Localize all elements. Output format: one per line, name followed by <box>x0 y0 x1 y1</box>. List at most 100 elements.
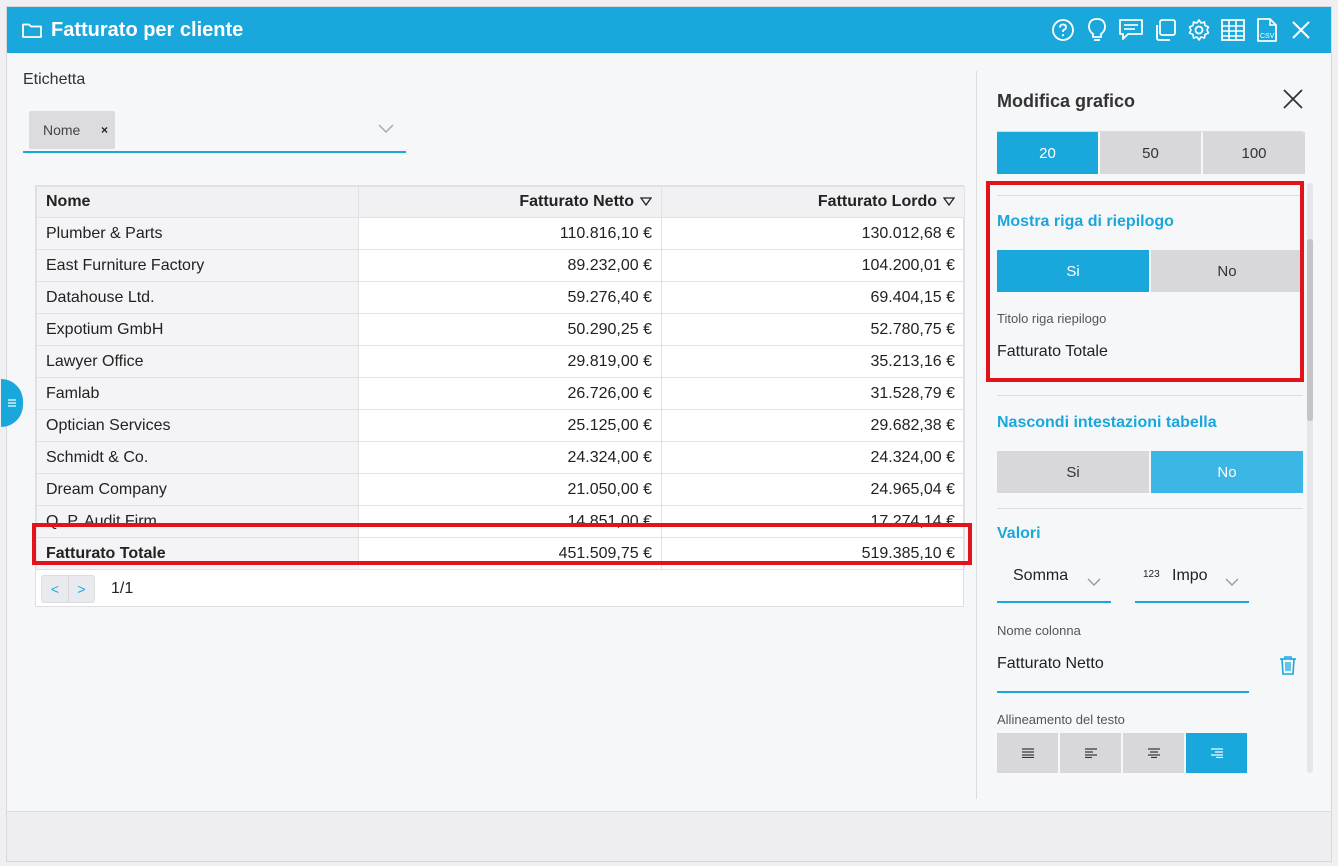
cell-gross: 29.682,38 € <box>661 409 965 442</box>
summary-no-button[interactable]: No <box>1151 250 1303 292</box>
panel-scrollbar[interactable] <box>1307 183 1313 773</box>
align-left-button[interactable] <box>1060 733 1121 773</box>
hide-headers-group: Si No <box>997 451 1303 493</box>
page-size-100[interactable]: 100 <box>1203 132 1305 174</box>
summary-title-value: Fatturato Totale <box>997 343 1108 360</box>
summary-title-label: Titolo riga riepilogo <box>997 311 1107 326</box>
svg-text:CSV: CSV <box>1260 33 1275 40</box>
label-chip[interactable]: Nome × <box>29 111 115 149</box>
cell-net: 24.324,00 € <box>358 441 662 474</box>
cell-name: Optician Services <box>36 409 359 442</box>
align-justify-button[interactable] <box>997 733 1058 773</box>
report-area: Etichetta Nome × Nome Fatturato Netto Fa… <box>7 53 977 813</box>
panel-separator <box>997 395 1303 396</box>
comment-icon[interactable] <box>1117 15 1145 45</box>
table-icon[interactable] <box>1219 15 1247 45</box>
edit-chart-panel: Modifica grafico 20 50 100 Mostra riga d… <box>983 53 1323 773</box>
lightbulb-icon[interactable] <box>1083 15 1111 45</box>
summary-title-input[interactable]: Fatturato Totale <box>997 331 1301 381</box>
cell-gross: 130.012,68 € <box>661 217 965 250</box>
table-row: Famlab 26.726,00 €31.528,79 € <box>36 377 965 410</box>
align-justify-icon <box>1021 748 1034 758</box>
cell-gross: 24.965,04 € <box>661 473 965 506</box>
cell-name: Dream Company <box>36 473 359 506</box>
align-center-icon <box>1147 748 1160 758</box>
hide-headers-yes-button[interactable]: Si <box>997 451 1149 493</box>
header-net[interactable]: Fatturato Netto <box>358 186 662 218</box>
copy-icon[interactable] <box>1151 15 1179 45</box>
sort-down-icon[interactable] <box>640 197 652 207</box>
chevron-down-icon[interactable] <box>378 121 394 139</box>
summary-net: 451.509,75 € <box>358 537 662 570</box>
help-icon[interactable] <box>1049 15 1077 45</box>
cell-gross: 52.780,75 € <box>661 313 965 346</box>
summary-name: Fatturato Totale <box>36 537 359 570</box>
summary-row-title: Mostra riga di riepilogo <box>997 213 1174 230</box>
table-row: East Furniture Factory 89.232,00 €104.200… <box>36 249 965 282</box>
pager-buttons: < > <box>41 575 95 603</box>
align-center-button[interactable] <box>1123 733 1184 773</box>
prev-page-button[interactable]: < <box>42 576 68 602</box>
hide-headers-no-button[interactable]: No <box>1151 451 1303 493</box>
trash-icon[interactable] <box>1279 655 1297 680</box>
label-select[interactable]: Nome × <box>23 105 406 153</box>
format-select[interactable]: 123 Impo <box>1135 555 1249 603</box>
chevron-down-icon <box>1225 573 1239 591</box>
menu-icon <box>8 399 16 407</box>
cell-gross: 17.274,14 € <box>661 505 965 538</box>
cell-net: 110.816,10 € <box>358 217 662 250</box>
close-icon[interactable] <box>1287 15 1315 45</box>
alignment-label: Allineamento del testo <box>997 712 1125 727</box>
cell-net: 89.232,00 € <box>358 249 662 282</box>
csv-icon[interactable]: CSV <box>1253 15 1281 45</box>
column-name-input[interactable]: Fatturato Netto <box>997 643 1249 693</box>
close-icon[interactable] <box>1281 87 1305 111</box>
cell-name: Lawyer Office <box>36 345 359 378</box>
align-right-button[interactable] <box>1186 733 1247 773</box>
cell-net: 50.290,25 € <box>358 313 662 346</box>
chevron-down-icon <box>1087 573 1101 591</box>
chip-remove-icon[interactable]: × <box>101 123 108 137</box>
panel-separator <box>997 195 1303 196</box>
table-row: Q. P. Audit Firm 14.851,00 €17.274,14 € <box>36 505 965 538</box>
table-row: Dream Company 21.050,00 €24.965,04 € <box>36 473 965 506</box>
cell-net: 21.050,00 € <box>358 473 662 506</box>
label-field-title: Etichetta <box>23 71 86 88</box>
panel-separator <box>997 508 1303 509</box>
page-size-50[interactable]: 50 <box>1100 132 1201 174</box>
aggregation-select[interactable]: Somma <box>997 555 1111 603</box>
cell-name: Schmidt & Co. <box>36 441 359 474</box>
table-row: Lawyer Office 29.819,00 €35.213,16 € <box>36 345 965 378</box>
format-value: Impo <box>1172 567 1208 584</box>
align-right-icon <box>1210 748 1223 758</box>
format-type-icon: 123 <box>1143 569 1160 580</box>
cell-net: 25.125,00 € <box>358 409 662 442</box>
gear-icon[interactable] <box>1185 15 1213 45</box>
sort-down-icon[interactable] <box>943 197 955 207</box>
toolbar: CSV <box>1049 15 1315 45</box>
alignment-group <box>997 733 1247 773</box>
folder-icon <box>21 19 43 41</box>
title-bar: Fatturato per cliente CSV <box>7 7 1331 53</box>
cell-name: Datahouse Ltd. <box>36 281 359 314</box>
cell-net: 29.819,00 € <box>358 345 662 378</box>
values-title: Valori <box>997 525 1041 542</box>
report-window: Fatturato per cliente CSV Etichetta Nome… <box>1 6 1332 862</box>
scrollbar-thumb[interactable] <box>1307 239 1313 421</box>
summary-yes-button[interactable]: Si <box>997 250 1149 292</box>
label-chip-text: Nome <box>43 122 81 138</box>
cell-gross: 69.404,15 € <box>661 281 965 314</box>
header-name[interactable]: Nome <box>36 186 359 218</box>
header-gross-label: Fatturato Lordo <box>817 193 937 210</box>
table-row: Expotium GmbH 50.290,25 €52.780,75 € <box>36 313 965 346</box>
page-size-20[interactable]: 20 <box>997 132 1098 174</box>
header-gross[interactable]: Fatturato Lordo <box>661 186 965 218</box>
cell-net: 14.851,00 € <box>358 505 662 538</box>
aggregation-value: Somma <box>1013 567 1069 584</box>
next-page-button[interactable]: > <box>68 576 94 602</box>
summary-row: Fatturato Totale 451.509,75 €519.385,10 € <box>36 537 965 570</box>
cell-net: 26.726,00 € <box>358 377 662 410</box>
cell-name: East Furniture Factory <box>36 249 359 282</box>
cell-name: Q. P. Audit Firm <box>36 505 359 538</box>
cell-name: Plumber & Parts <box>36 217 359 250</box>
